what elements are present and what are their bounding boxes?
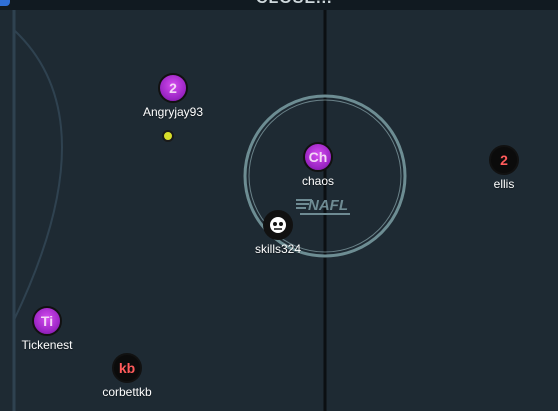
player-tickenest[interactable]: Ti Tickenest (12, 306, 82, 352)
player-token[interactable]: 2 (158, 73, 188, 103)
player-skills324[interactable]: skills324 (243, 210, 313, 256)
player-ellis[interactable]: 2 ellis (469, 145, 539, 191)
player-token[interactable]: Ch (303, 142, 333, 172)
skull-avatar-icon[interactable] (263, 210, 293, 240)
player-name: chaos (301, 174, 335, 188)
player-token[interactable]: kb (112, 353, 142, 383)
player-name: skills324 (254, 242, 302, 256)
player-name: Tickenest (21, 338, 73, 352)
player-chaos[interactable]: Ch chaos (283, 142, 353, 188)
player-token[interactable]: Ti (32, 306, 62, 336)
left-arc (13, 29, 63, 321)
field-lines (12, 10, 407, 411)
skull-avatar-graphic (270, 217, 286, 233)
player-name: ellis (493, 177, 515, 191)
player-token[interactable]: 2 (489, 145, 519, 175)
ball-icon[interactable] (162, 130, 174, 142)
logo-text: NAFL (308, 197, 348, 214)
player-angryjay93[interactable]: 2 Angryjay93 (138, 73, 208, 119)
player-corbettkb[interactable]: kb corbettkb (92, 353, 162, 399)
game-field: CLOSE... NAFL 2 Angryjay93 Ch chaos 2 el… (0, 0, 558, 411)
player-name: Angryjay93 (142, 105, 204, 119)
player-name: corbettkb (102, 385, 152, 399)
